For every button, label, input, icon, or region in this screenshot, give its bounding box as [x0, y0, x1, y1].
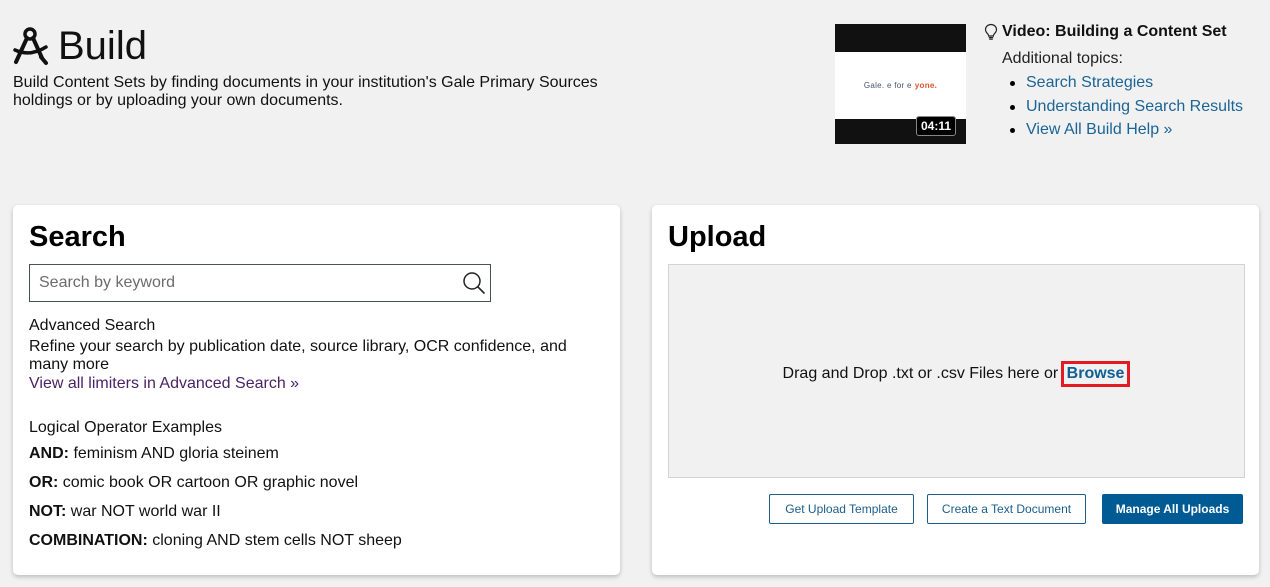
search-icon[interactable]: [461, 270, 487, 296]
advanced-search-link[interactable]: View all limiters in Advanced Search »: [29, 375, 299, 393]
page-title: Build: [58, 24, 147, 68]
advanced-search-section: Advanced Search Refine your search by pu…: [29, 317, 589, 393]
operator-example-not: NOT: war NOT world war II: [29, 503, 402, 521]
operator-key: NOT:: [29, 503, 67, 520]
search-card: Search Advanced Search Refine your searc…: [13, 205, 620, 575]
create-text-document-button[interactable]: Create a Text Document: [927, 494, 1086, 524]
topic-item: Search Strategies: [1008, 71, 1243, 95]
operator-example: war NOT world war II: [66, 503, 221, 520]
topic-item: Understanding Search Results: [1008, 95, 1243, 119]
operator-example-or: OR: comic book OR cartoon OR graphic nov…: [29, 474, 402, 492]
lightbulb-icon: [984, 23, 998, 40]
operator-key: OR:: [29, 474, 59, 491]
topic-item: View All Build Help »: [1008, 118, 1243, 142]
operator-example-and: AND: feminism AND gloria steinem: [29, 445, 402, 463]
topic-link-search-strategies[interactable]: Search Strategies: [1026, 74, 1153, 91]
logical-operators-title: Logical Operator Examples: [29, 419, 222, 436]
operator-key: COMBINATION:: [29, 532, 148, 549]
search-box: [29, 264, 491, 302]
operator-example-combination: COMBINATION: cloning AND stem cells NOT …: [29, 532, 402, 550]
browse-button[interactable]: Browse: [1060, 361, 1131, 387]
video-title-row[interactable]: Video: Building a Content Set: [984, 23, 1243, 41]
operator-example: feminism AND gloria steinem: [69, 445, 279, 462]
file-dropzone[interactable]: Drag and Drop .txt or .csv Files here or…: [668, 264, 1245, 478]
topic-link-understanding-results[interactable]: Understanding Search Results: [1026, 98, 1243, 115]
upload-heading: Upload: [668, 221, 767, 253]
get-upload-template-button[interactable]: Get Upload Template: [769, 494, 914, 524]
dropzone-text-row: Drag and Drop .txt or .csv Files here or…: [669, 361, 1244, 387]
additional-topics-label: Additional topics:: [1002, 50, 1123, 67]
video-title-link[interactable]: Video: Building a Content Set: [1002, 23, 1227, 41]
topic-link-view-all-help[interactable]: View All Build Help »: [1026, 121, 1172, 138]
video-thumbnail[interactable]: Gale. e for e yone. 04:11: [835, 24, 966, 144]
dropzone-instructions: Drag and Drop .txt or .csv Files here or: [782, 365, 1063, 382]
page-description: Build Content Sets by finding documents …: [13, 74, 598, 109]
manage-all-uploads-button[interactable]: Manage All Uploads: [1102, 494, 1243, 524]
additional-topics-list: Search Strategies Understanding Search R…: [1008, 71, 1243, 142]
logical-operators-section: Logical Operator Examples AND: feminism …: [29, 419, 402, 561]
operator-example: cloning AND stem cells NOT sheep: [147, 532, 402, 549]
compass-icon: [13, 27, 48, 65]
video-duration: 04:11: [915, 116, 956, 136]
search-input[interactable]: [30, 265, 450, 301]
operator-key: AND:: [29, 445, 69, 462]
video-frame-text: Gale. e for e: [863, 81, 912, 90]
video-frame: Gale. e for e yone.: [835, 52, 966, 119]
video-info: Video: Building a Content Set Additional…: [984, 23, 1243, 142]
search-heading: Search: [29, 221, 126, 253]
upload-card: Upload Drag and Drop .txt or .csv Files …: [652, 205, 1259, 575]
operator-example: comic book OR cartoon OR graphic novel: [58, 474, 359, 491]
advanced-search-title: Advanced Search: [29, 317, 156, 334]
page-header: Build: [12, 26, 147, 66]
advanced-search-description: Refine your search by publication date, …: [29, 338, 567, 373]
video-frame-accent: yone.: [914, 81, 938, 90]
